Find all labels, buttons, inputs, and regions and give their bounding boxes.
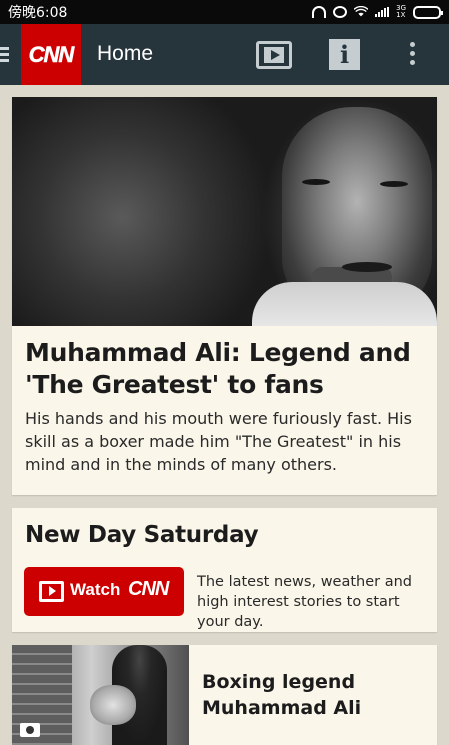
wifi-icon bbox=[354, 6, 369, 17]
network-sub-label: 1X bbox=[396, 11, 406, 19]
hero-story-card[interactable]: Muhammad Ali: Legend and 'The Greatest' … bbox=[12, 97, 437, 495]
page-title: Home bbox=[97, 42, 154, 65]
app-bar: CNN Home i bbox=[0, 24, 449, 85]
show-description: The latest news, weather and high intere… bbox=[197, 574, 413, 630]
watch-cnn-logo: CNN bbox=[128, 578, 169, 600]
hero-summary: His hands and his mouth were furiously f… bbox=[25, 409, 412, 474]
video-icon[interactable] bbox=[256, 41, 292, 69]
watch-label: Watch bbox=[70, 580, 121, 599]
show-title: New Day Saturday bbox=[25, 522, 259, 548]
headset-icon bbox=[312, 6, 327, 18]
hamburger-menu-icon[interactable] bbox=[0, 47, 9, 65]
tv-play-icon bbox=[39, 581, 64, 602]
status-icons: 3G 1X bbox=[312, 5, 443, 19]
watch-cnn-button[interactable]: Watch CNN bbox=[24, 567, 184, 616]
camera-icon bbox=[20, 723, 40, 737]
hero-story-image[interactable] bbox=[12, 97, 437, 326]
story-headline[interactable]: Boxing legend Muhammad Ali bbox=[202, 669, 412, 721]
signal-strength-icon bbox=[375, 7, 390, 17]
alarm-icon bbox=[333, 6, 348, 18]
story-image[interactable] bbox=[12, 645, 189, 745]
story-card[interactable]: Boxing legend Muhammad Ali bbox=[12, 645, 437, 745]
show-card: New Day Saturday Watch CNN The latest ne… bbox=[12, 508, 437, 632]
more-options-icon[interactable] bbox=[410, 42, 416, 69]
status-time: 傍晚6:08 bbox=[8, 5, 68, 21]
hero-headline[interactable]: Muhammad Ali: Legend and 'The Greatest' … bbox=[25, 337, 430, 401]
battery-icon bbox=[413, 5, 443, 19]
network-type-label: 3G 1X bbox=[396, 5, 406, 19]
status-bar: 傍晚6:08 3G 1X bbox=[0, 0, 449, 24]
info-icon[interactable]: i bbox=[329, 39, 360, 70]
cnn-logo[interactable]: CNN bbox=[21, 24, 81, 85]
